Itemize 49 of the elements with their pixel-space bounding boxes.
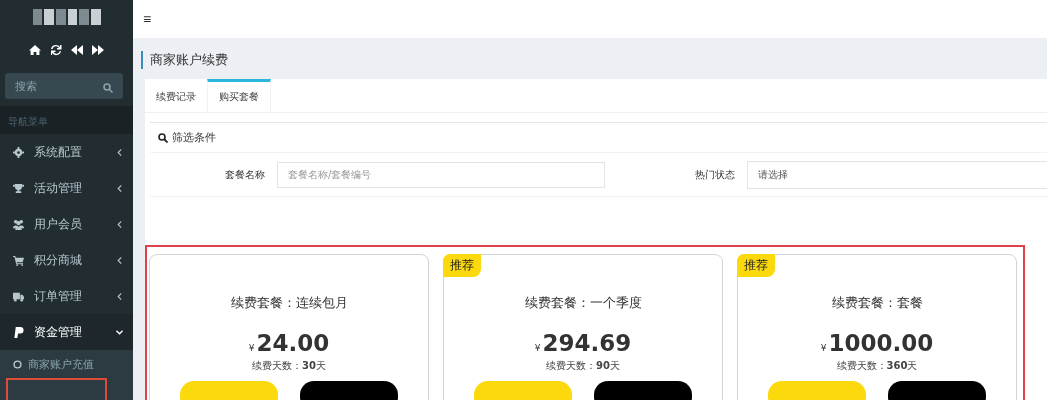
blurred-logo (32, 9, 101, 26)
fast-forward-icon[interactable] (92, 43, 104, 56)
currency-symbol: ¥ (248, 343, 255, 353)
plan-title: 续费套餐：套餐 (831, 294, 923, 312)
gear-icon (13, 146, 24, 158)
truck-icon (13, 290, 24, 302)
search-field[interactable]: 搜索 (5, 73, 123, 99)
cart-icon (13, 254, 24, 266)
caret-icon (116, 220, 123, 228)
nav-item[interactable]: 系统配置 (0, 134, 133, 170)
search-icon (158, 132, 168, 143)
refresh-icon[interactable] (50, 43, 62, 56)
plan-title: 续费套餐：一个季度 (524, 294, 642, 312)
nav-item[interactable]: 用户会员 (0, 206, 133, 242)
caret-icon (116, 256, 123, 264)
plan-price: 294.69 (542, 330, 632, 356)
currency-symbol: ¥ (534, 343, 541, 353)
circle-icon (13, 359, 22, 369)
caret-icon (116, 328, 123, 336)
filter-title: 筛选条件 (172, 130, 216, 145)
home-icon[interactable] (29, 43, 41, 56)
caret-icon (116, 184, 123, 192)
select-field[interactable]: 请选择 (747, 160, 1047, 189)
plan-price: 1000.00 (828, 330, 934, 356)
recommended-badge: 推荐 (443, 254, 481, 277)
currency-symbol: ¥ (820, 343, 827, 353)
users-icon (13, 218, 24, 230)
plan-days: 续费天数：360天 (836, 359, 918, 373)
plan-days: 续费天数：30天 (252, 359, 326, 373)
menu-button[interactable]: ≡ (143, 11, 152, 27)
page-title: 商家账户续费 (141, 51, 228, 69)
plan-title: 续费套餐：连续包月 (230, 294, 348, 312)
input-field[interactable]: 套餐名称/套餐编号 (277, 161, 605, 188)
recommended-badge: 推荐 (737, 254, 775, 277)
caret-icon (116, 148, 123, 156)
nav-item[interactable]: 资金管理 (0, 314, 133, 350)
payment-logo-icon (13, 326, 24, 338)
field-label: 热门状态 (694, 167, 735, 182)
plan-price: 24.00 (256, 330, 330, 356)
nav-item[interactable]: 积分商城 (0, 242, 133, 278)
tab[interactable]: 购买套餐 (207, 79, 271, 112)
caret-icon (116, 292, 123, 300)
field-label: 套餐名称 (224, 167, 265, 182)
rewind-icon[interactable] (71, 43, 83, 56)
nav-item[interactable]: 活动管理 (0, 170, 133, 206)
nav-item[interactable]: 订单管理 (0, 278, 133, 314)
trophy-icon (13, 182, 24, 194)
plan-days: 续费天数：90天 (546, 359, 620, 373)
search-icon[interactable] (103, 83, 113, 94)
